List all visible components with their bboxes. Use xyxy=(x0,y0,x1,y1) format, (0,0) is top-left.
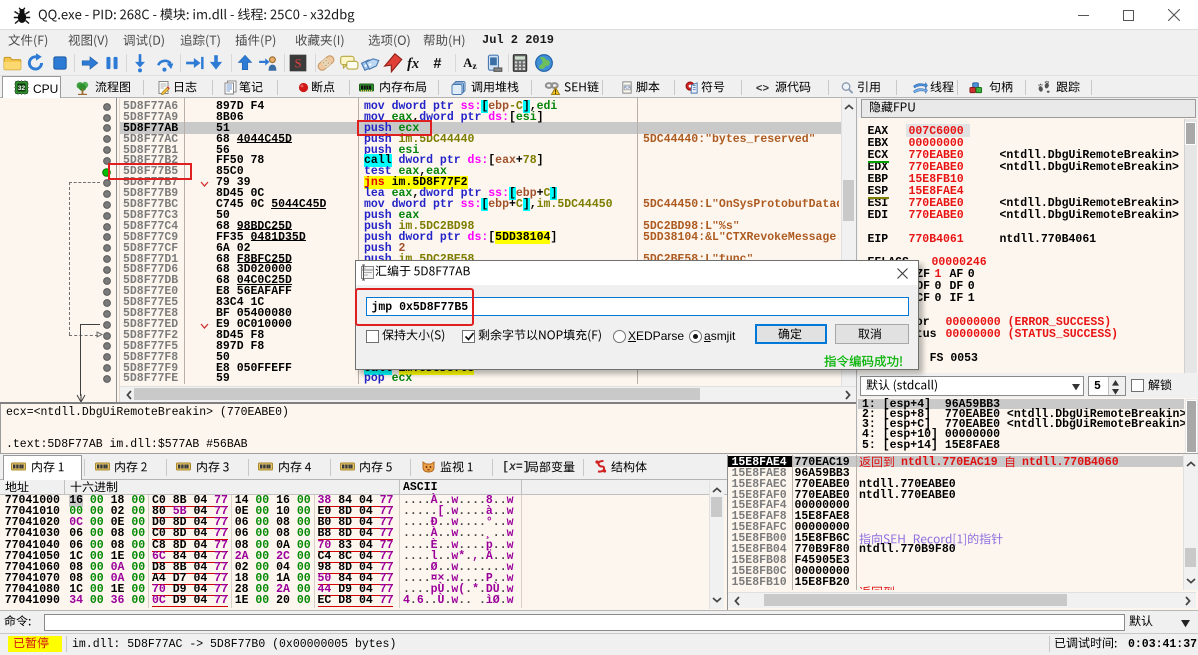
svg-text:<>: <> xyxy=(756,83,770,95)
svg-text:z: z xyxy=(473,62,477,72)
svg-text:#: # xyxy=(433,56,441,72)
svg-text:!: ! xyxy=(555,90,557,95)
svg-text:32: 32 xyxy=(17,85,25,92)
svg-text:fx: fx xyxy=(407,56,419,72)
svg-text:S: S xyxy=(295,56,302,70)
svg-text:<>: <> xyxy=(624,85,630,91)
